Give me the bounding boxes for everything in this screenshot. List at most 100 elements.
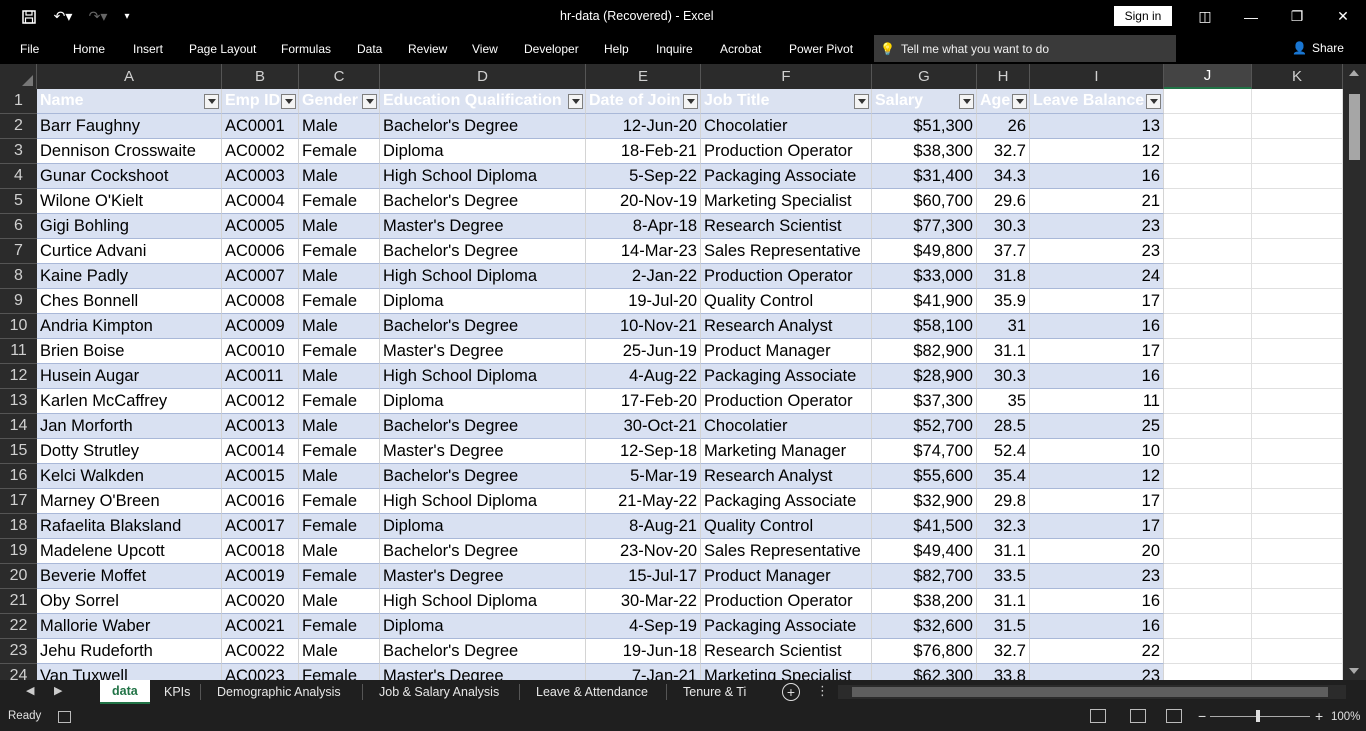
row-header[interactable]: 1 [0,89,37,114]
table-cell[interactable]: Marketing Manager [701,439,872,464]
zoom-level[interactable]: 100% [1331,711,1360,723]
table-cell[interactable]: 25 [1030,414,1164,439]
sheet-tab-kpis[interactable]: KPIs [164,680,190,704]
empty-cell[interactable] [1252,364,1343,389]
column-header-f[interactable]: F [701,64,872,89]
table-cell[interactable]: 37.7 [977,239,1030,264]
table-cell[interactable]: Production Operator [701,139,872,164]
empty-cell[interactable] [1252,239,1343,264]
tab-acrobat[interactable]: Acrobat [720,42,761,56]
table-cell[interactable]: Packaging Associate [701,364,872,389]
table-cell[interactable]: $60,700 [872,189,977,214]
empty-cell[interactable] [1164,214,1252,239]
table-cell[interactable]: 52.4 [977,439,1030,464]
table-cell[interactable]: 31 [977,314,1030,339]
table-cell[interactable]: Rafaelita Blaksland [37,514,222,539]
table-cell[interactable]: Bachelor's Degree [380,239,586,264]
table-cell[interactable]: Male [299,589,380,614]
table-cell[interactable]: 19-Jun-18 [586,639,701,664]
table-cell[interactable]: 31.1 [977,339,1030,364]
empty-cell[interactable] [1252,264,1343,289]
prev-sheet-icon[interactable]: ◀ [26,684,34,697]
table-cell[interactable]: $52,700 [872,414,977,439]
table-cell[interactable]: Female [299,564,380,589]
table-cell[interactable]: Bachelor's Degree [380,189,586,214]
empty-cell[interactable] [1252,339,1343,364]
normal-view-icon[interactable] [1090,709,1106,723]
filter-dropdown-icon[interactable] [959,94,974,109]
table-cell[interactable]: Gunar Cockshoot [37,164,222,189]
table-cell[interactable]: 31.8 [977,264,1030,289]
table-cell[interactable]: AC0008 [222,289,299,314]
table-cell[interactable]: AC0005 [222,214,299,239]
table-cell[interactable]: AC0007 [222,264,299,289]
empty-cell[interactable] [1164,539,1252,564]
filter-dropdown-icon[interactable] [683,94,698,109]
table-cell[interactable]: Madelene Upcott [37,539,222,564]
row-header[interactable]: 10 [0,314,37,339]
row-header[interactable]: 18 [0,514,37,539]
table-cell[interactable]: 12 [1030,464,1164,489]
column-header-b[interactable]: B [222,64,299,89]
table-cell[interactable]: 33.8 [977,664,1030,680]
table-cell[interactable]: Mallorie Waber [37,614,222,639]
table-cell[interactable]: Packaging Associate [701,164,872,189]
row-header[interactable]: 14 [0,414,37,439]
table-cell[interactable]: 12-Jun-20 [586,114,701,139]
table-cell[interactable]: 32.3 [977,514,1030,539]
zoom-slider-knob[interactable] [1256,710,1260,722]
table-cell[interactable]: 10 [1030,439,1164,464]
column-header-c[interactable]: C [299,64,380,89]
table-cell[interactable]: 21 [1030,189,1164,214]
row-header[interactable]: 22 [0,614,37,639]
table-cell[interactable]: 29.6 [977,189,1030,214]
row-header[interactable]: 5 [0,189,37,214]
table-cell[interactable]: Production Operator [701,389,872,414]
table-cell[interactable]: 11 [1030,389,1164,414]
table-cell[interactable]: Gigi Bohling [37,214,222,239]
empty-cell[interactable] [1164,439,1252,464]
table-cell[interactable]: Bachelor's Degree [380,114,586,139]
table-header-cell[interactable]: Education Qualification [380,89,586,114]
empty-cell[interactable] [1164,189,1252,214]
table-cell[interactable]: Quality Control [701,289,872,314]
filter-dropdown-icon[interactable] [1012,94,1027,109]
zoom-in-icon[interactable]: + [1315,708,1323,724]
table-cell[interactable]: Barr Faughny [37,114,222,139]
table-cell[interactable]: AC0004 [222,189,299,214]
table-cell[interactable]: $32,900 [872,489,977,514]
sheet-tab-tenure[interactable]: Tenure & Ti [683,680,771,704]
table-header-cell[interactable]: Salary [872,89,977,114]
table-cell[interactable]: Male [299,264,380,289]
table-cell[interactable]: 8-Apr-18 [586,214,701,239]
table-header-cell[interactable]: Date of Join [586,89,701,114]
next-sheet-icon[interactable]: ▶ [54,684,62,697]
table-cell[interactable]: Female [299,339,380,364]
table-cell[interactable]: 16 [1030,164,1164,189]
table-cell[interactable]: 35 [977,389,1030,414]
row-header[interactable]: 19 [0,539,37,564]
scroll-down-icon[interactable] [1349,668,1359,674]
table-cell[interactable]: Female [299,514,380,539]
table-cell[interactable]: Male [299,464,380,489]
table-cell[interactable]: Beverie Moffet [37,564,222,589]
undo-icon[interactable]: ↶▾ [48,0,78,33]
tell-me-search[interactable]: 💡 Tell me what you want to do [874,35,1176,62]
empty-cell[interactable] [1164,339,1252,364]
empty-cell[interactable] [1164,564,1252,589]
table-cell[interactable]: Packaging Associate [701,614,872,639]
table-cell[interactable]: Male [299,539,380,564]
table-cell[interactable]: AC0016 [222,489,299,514]
empty-cell[interactable] [1164,289,1252,314]
sheet-tab-leave-attendance[interactable]: Leave & Attendance [536,680,648,704]
table-cell[interactable]: Master's Degree [380,439,586,464]
table-cell[interactable]: 16 [1030,314,1164,339]
empty-cell[interactable] [1164,264,1252,289]
table-cell[interactable]: 7-Jan-21 [586,664,701,680]
table-cell[interactable]: AC0015 [222,464,299,489]
row-header[interactable]: 20 [0,564,37,589]
table-cell[interactable]: Curtice Advani [37,239,222,264]
column-header-g[interactable]: G [872,64,977,89]
share-button[interactable]: 👤 Share [1292,41,1344,55]
table-cell[interactable]: Packaging Associate [701,489,872,514]
